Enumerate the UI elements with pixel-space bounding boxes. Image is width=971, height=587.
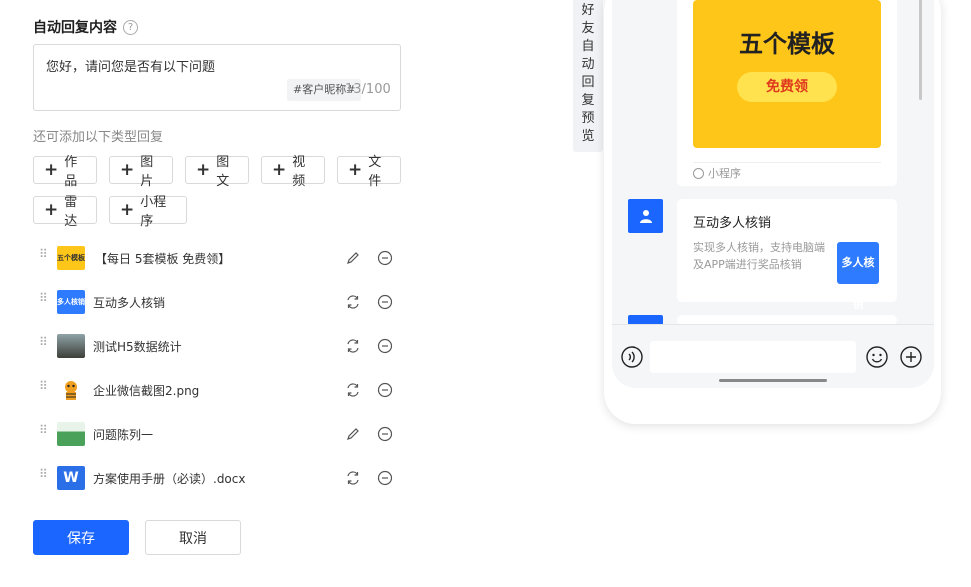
banner-title: 五个模板 bbox=[739, 30, 835, 58]
refresh-icon[interactable] bbox=[345, 338, 361, 354]
avatar bbox=[628, 199, 663, 233]
add-video-button[interactable]: + 视频 bbox=[261, 155, 325, 189]
list-item: ⠿ 多人核销 互动多人核销 bbox=[33, 287, 403, 317]
plus-icon: + bbox=[120, 199, 135, 220]
plus-icon: + bbox=[196, 159, 211, 180]
edit-icon[interactable] bbox=[345, 426, 361, 442]
plus-icon: + bbox=[44, 159, 59, 180]
cancel-button[interactable]: 取消 bbox=[145, 520, 241, 555]
add-miniprogram-button[interactable]: + 小程序 bbox=[109, 195, 187, 229]
banner-button: 免费领 bbox=[737, 72, 837, 102]
link-card-thumbnail: 多人核销 bbox=[837, 242, 879, 311]
item-label: 问题陈列一 bbox=[93, 427, 154, 442]
refresh-icon[interactable] bbox=[345, 470, 361, 486]
reply-text: 您好，请问您是否有以下问题 bbox=[46, 60, 216, 75]
link-card[interactable]: 互动多人核销 实现多人核销，支持电脑端及APP端进行奖品核销 多人核销 bbox=[677, 199, 897, 311]
refresh-icon[interactable] bbox=[345, 382, 361, 398]
edit-icon[interactable] bbox=[345, 250, 361, 266]
add-file-button[interactable]: + 文件 bbox=[337, 155, 401, 189]
plus-icon: + bbox=[120, 159, 135, 180]
add-radar-button[interactable]: + 雷达 bbox=[33, 195, 97, 229]
message-input[interactable] bbox=[650, 341, 856, 373]
miniprogram-icon bbox=[693, 167, 704, 179]
plus-icon: + bbox=[44, 199, 59, 220]
remove-icon[interactable] bbox=[377, 250, 393, 266]
drag-handle-icon[interactable]: ⠿ bbox=[39, 468, 49, 485]
image-thumbnail bbox=[57, 378, 85, 402]
drag-handle-icon[interactable]: ⠿ bbox=[39, 292, 49, 309]
item-label: 企业微信截图2.png bbox=[93, 383, 200, 398]
remove-icon[interactable] bbox=[377, 426, 393, 442]
chat-screen: 五个模板 免费领 小程序 互动多人核销 实现多人核销，支持电脑端及APP端进行奖… bbox=[612, 0, 934, 388]
miniprogram-footer: 小程序 bbox=[693, 165, 741, 181]
preview-tab-label: 好友自动回复预览 bbox=[581, 3, 595, 144]
item-label: 【每日 5套模板 免费领】 bbox=[95, 251, 231, 266]
article-thumbnail bbox=[57, 422, 85, 446]
preview-tab[interactable]: 好友自动回复预览 bbox=[573, 0, 603, 152]
section-title: 自动回复内容 ? bbox=[33, 17, 138, 37]
plus-icon: + bbox=[272, 159, 287, 180]
miniprogram-card[interactable]: 五个模板 免费领 小程序 bbox=[677, 0, 897, 186]
list-item: ⠿ W 方案使用手册（必读）.docx bbox=[33, 463, 403, 493]
scrollbar[interactable] bbox=[919, 0, 922, 100]
drag-handle-icon[interactable]: ⠿ bbox=[39, 424, 49, 441]
user-icon bbox=[639, 210, 652, 223]
voice-icon[interactable] bbox=[621, 346, 643, 368]
add-work-button[interactable]: + 作品 bbox=[33, 155, 97, 189]
miniprogram-banner: 五个模板 免费领 bbox=[693, 0, 881, 148]
list-item: ⠿ 问题陈列一 bbox=[33, 419, 403, 449]
word-file-icon: W bbox=[57, 466, 85, 490]
home-indicator bbox=[719, 379, 827, 382]
link-card-desc: 实现多人核销，支持电脑端及APP端进行奖品核销 bbox=[693, 241, 825, 271]
emoji-icon[interactable] bbox=[866, 346, 888, 368]
list-item: ⠿ 五个模板 【每日 5套模板 免费领】 bbox=[33, 243, 403, 273]
reply-form: 自动回复内容 ? 您好，请问您是否有以下问题 #客户昵称# 13/100 还可添… bbox=[33, 0, 413, 587]
item-label: 互动多人核销 bbox=[93, 295, 166, 310]
chat-input-bar bbox=[612, 324, 934, 388]
list-item: ⠿ 测试H5数据统计 bbox=[33, 331, 403, 361]
drag-handle-icon[interactable]: ⠿ bbox=[39, 336, 49, 353]
char-counter: 13/100 bbox=[345, 82, 391, 97]
card-divider bbox=[693, 162, 881, 163]
list-item: ⠿ 企业微信截图2.png bbox=[33, 375, 403, 405]
item-label: 方案使用手册（必读）.docx bbox=[93, 471, 246, 486]
h5-thumbnail bbox=[57, 334, 85, 358]
save-button[interactable]: 保存 bbox=[33, 520, 129, 555]
remove-icon[interactable] bbox=[377, 382, 393, 398]
section-title-text: 自动回复内容 bbox=[33, 20, 117, 36]
drag-handle-icon[interactable]: ⠿ bbox=[39, 380, 49, 397]
remove-icon[interactable] bbox=[377, 470, 393, 486]
remove-icon[interactable] bbox=[377, 338, 393, 354]
add-hint: 还可添加以下类型回复 bbox=[33, 130, 164, 145]
item-label: 测试H5数据统计 bbox=[93, 339, 182, 354]
add-article-button[interactable]: + 图文 bbox=[185, 155, 249, 189]
help-icon[interactable]: ? bbox=[123, 19, 138, 35]
plus-icon: + bbox=[348, 159, 363, 180]
add-icon[interactable] bbox=[900, 346, 922, 368]
remove-icon[interactable] bbox=[377, 294, 393, 310]
miniprogram-thumbnail: 五个模板 bbox=[57, 246, 85, 270]
add-image-button[interactable]: + 图片 bbox=[109, 155, 173, 189]
radar-thumbnail: 多人核销 bbox=[57, 290, 85, 314]
phone-preview: 五个模板 免费领 小程序 互动多人核销 实现多人核销，支持电脑端及APP端进行奖… bbox=[604, 0, 941, 424]
drag-handle-icon[interactable]: ⠿ bbox=[39, 248, 49, 265]
refresh-icon[interactable] bbox=[345, 294, 361, 310]
link-card-title: 互动多人核销 bbox=[693, 216, 772, 231]
